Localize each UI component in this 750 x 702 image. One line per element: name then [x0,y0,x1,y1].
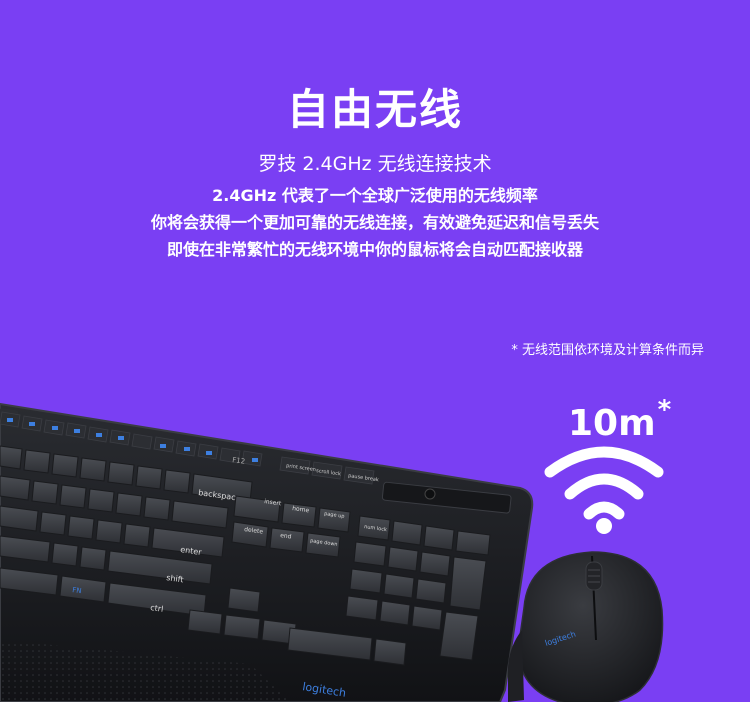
description-line-2: 你将会获得一个更加可靠的无线连接，有效避免延迟和信号丢失 [150,213,599,232]
keyboard: F12 print screen scroll lock pause break [0,402,534,702]
ctrl-key-label: ctrl [150,603,164,614]
description-line-3: 即使在非常繁忙的无线环境中你的鼠标将会自动匹配接收器 [166,240,583,259]
product-feature-page: 自由无线 罗技 2.4GHz 无线连接技术 2.4GHz 代表了一个全球广泛使用… [0,0,750,702]
feature-title: 自由无线 [286,85,463,134]
fn-key-label: FN [72,586,82,595]
feature-subtitle: 罗技 2.4GHz 无线连接技术 [258,153,492,175]
feature-description: 2.4GHz 代表了一个全球广泛使用的无线频率 你将会获得一个更加可靠的无线连接… [0,182,750,263]
range-footnote: * 无线范围依环境及计算条件而异 [511,343,704,358]
keyboard-mouse-illustration: F12 print screen scroll lock pause break [0,402,664,702]
mouse: logitech [507,551,664,702]
description-line-1: 2.4GHz 代表了一个全球广泛使用的无线频率 [212,186,538,205]
